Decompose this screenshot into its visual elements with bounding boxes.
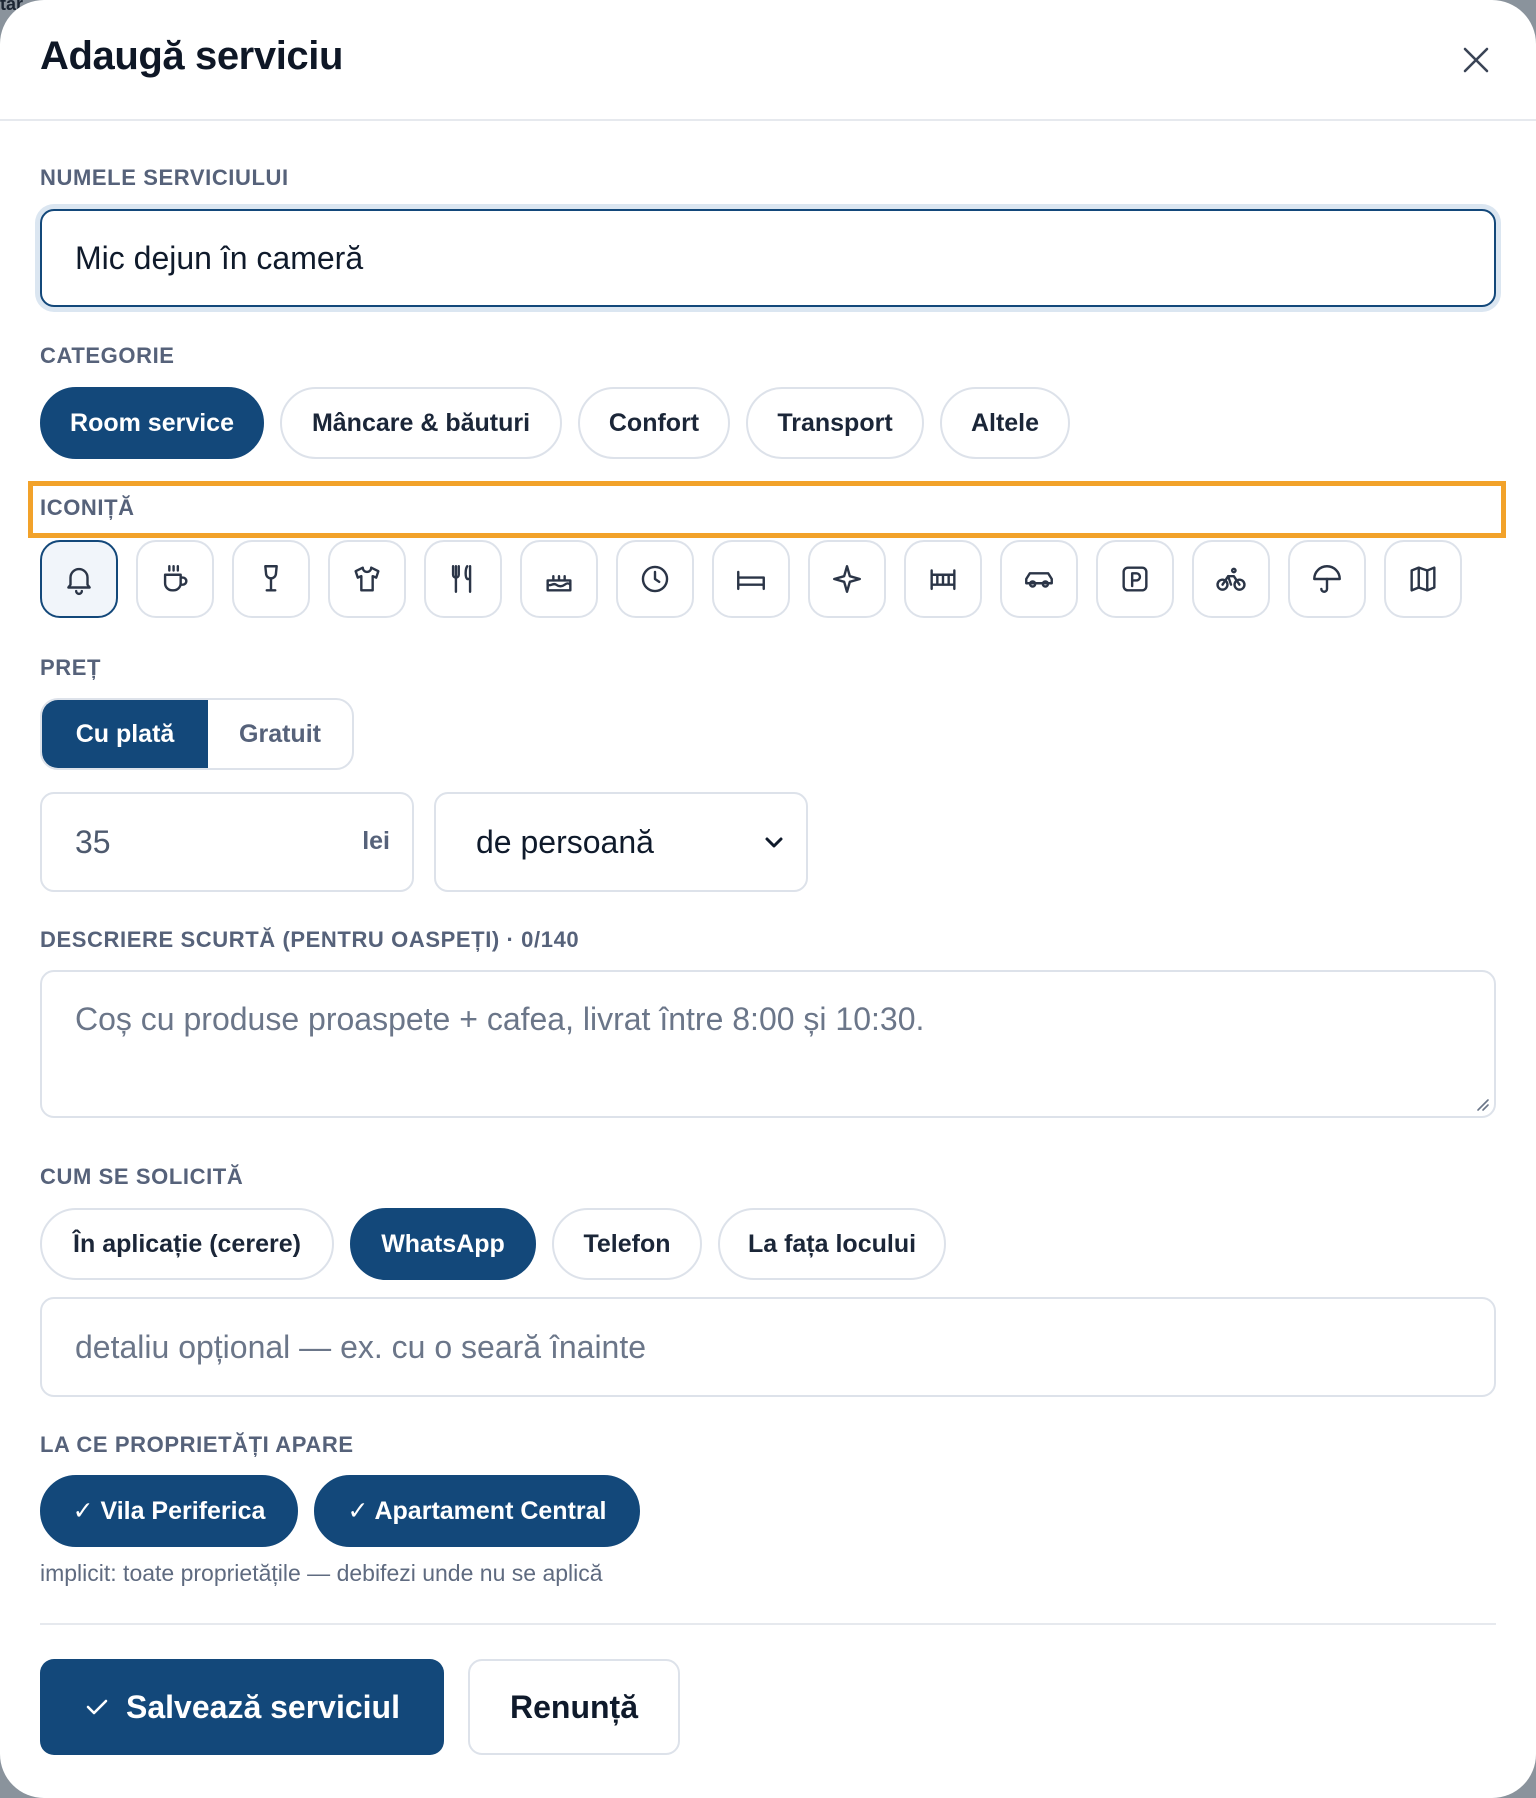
car-icon: [1025, 572, 1053, 588]
clock-icon: [641, 565, 669, 593]
property-chip-vila-periferica[interactable]: ✓ Vila Periferica: [40, 1475, 298, 1547]
icon-option-bell[interactable]: [40, 540, 118, 618]
description-placeholder: Coș cu produse proaspete + cafea, livrat…: [75, 1001, 925, 1037]
bed-icon: [737, 570, 765, 591]
icon-option-sparkle[interactable]: [808, 540, 886, 618]
crib-icon: [930, 569, 956, 591]
price-mode-paid[interactable]: Cu plată: [42, 700, 208, 768]
cancel-button[interactable]: Renunță: [468, 1659, 680, 1755]
icon-option-wine-glass[interactable]: [232, 540, 310, 618]
modal-header: Adaugă serviciu: [0, 0, 1536, 121]
properties-hint: implicit: toate proprietățile — debifezi…: [40, 1560, 603, 1586]
icon-option-clock[interactable]: [616, 540, 694, 618]
category-chip-food-drinks[interactable]: Mâncare & băuturi: [280, 387, 562, 459]
icon-label: ICONIȚĂ: [40, 495, 135, 520]
request-chip-phone[interactable]: Telefon: [552, 1208, 702, 1280]
map-icon: [1410, 566, 1436, 592]
add-service-modal: Adaugă serviciu NUMELE SERVICIULUI CATEG…: [0, 0, 1536, 1798]
save-button-label: Salvează serviciul: [126, 1688, 400, 1725]
price-amount-value: 35: [75, 824, 111, 860]
bicycle-icon: [1216, 567, 1246, 591]
price-currency: lei: [362, 827, 390, 855]
category-label: CATEGORIE: [40, 343, 175, 368]
check-icon: [86, 1699, 108, 1715]
price-unit-select[interactable]: de persoană: [434, 792, 808, 892]
icon-section-highlight: [28, 481, 1506, 538]
icon-option-umbrella[interactable]: [1288, 540, 1366, 618]
description-textarea[interactable]: Coș cu produse proaspete + cafea, livrat…: [40, 970, 1496, 1118]
icon-option-cake[interactable]: [520, 540, 598, 618]
icon-picker: [40, 540, 1500, 620]
icon-option-parking[interactable]: [1096, 540, 1174, 618]
request-detail-input[interactable]: detaliu opțional — ex. cu o seară înaint…: [40, 1297, 1496, 1397]
coffee-icon: [163, 565, 188, 592]
price-mode-free[interactable]: Gratuit: [208, 700, 352, 768]
umbrella-icon: [1313, 565, 1341, 593]
request-chip-whatsapp[interactable]: WhatsApp: [350, 1208, 536, 1280]
request-chip-in-app[interactable]: În aplicație (cerere): [40, 1208, 334, 1280]
price-amount-input[interactable]: 35 lei: [40, 792, 414, 892]
description-label: DESCRIERE SCURTĂ (PENTRU OASPEȚI) · 0/14…: [40, 927, 580, 952]
properties-label: LA CE PROPRIETĂȚI APARE: [40, 1432, 354, 1457]
price-label: PREȚ: [40, 655, 102, 680]
icon-option-shirt[interactable]: [328, 540, 406, 618]
parking-icon: [1122, 566, 1148, 592]
icon-option-crib[interactable]: [904, 540, 982, 618]
request-detail-placeholder: detaliu opțional — ex. cu o seară înaint…: [75, 1329, 647, 1365]
chevron-down-icon: [765, 837, 783, 848]
close-button[interactable]: [1456, 40, 1496, 80]
sparkle-icon: [833, 565, 861, 593]
utensils-icon: [451, 565, 472, 593]
resize-grip-icon[interactable]: [1474, 1096, 1490, 1112]
service-name-input[interactable]: [40, 209, 1496, 307]
price-mode-toggle: Cu plată Gratuit: [40, 698, 354, 770]
wine-glass-icon: [264, 565, 278, 592]
modal-title: Adaugă serviciu: [40, 34, 344, 78]
bell-icon: [67, 567, 91, 596]
request-chip-on-site[interactable]: La fața locului: [718, 1208, 946, 1280]
footer-divider: [40, 1623, 1496, 1625]
property-chip-apartament-central[interactable]: ✓ Apartament Central: [314, 1475, 640, 1547]
icon-option-map[interactable]: [1384, 540, 1462, 618]
icon-option-coffee[interactable]: [136, 540, 214, 618]
icon-option-car[interactable]: [1000, 540, 1078, 618]
price-unit-value: de persoană: [476, 824, 654, 860]
request-method-label: CUM SE SOLICITĂ: [40, 1164, 244, 1189]
category-chip-comfort[interactable]: Confort: [578, 387, 730, 459]
category-chip-transport[interactable]: Transport: [746, 387, 924, 459]
category-chip-room-service[interactable]: Room service: [40, 387, 264, 459]
close-icon: [1463, 47, 1489, 73]
service-name-label: NUMELE SERVICIULUI: [40, 165, 289, 190]
shirt-icon: [354, 566, 380, 592]
icon-option-utensils[interactable]: [424, 540, 502, 618]
save-service-button[interactable]: Salvează serviciul: [40, 1659, 444, 1755]
icon-option-bed[interactable]: [712, 540, 790, 618]
icon-option-bicycle[interactable]: [1192, 540, 1270, 618]
category-chip-other[interactable]: Altele: [940, 387, 1070, 459]
cake-icon: [546, 574, 572, 592]
